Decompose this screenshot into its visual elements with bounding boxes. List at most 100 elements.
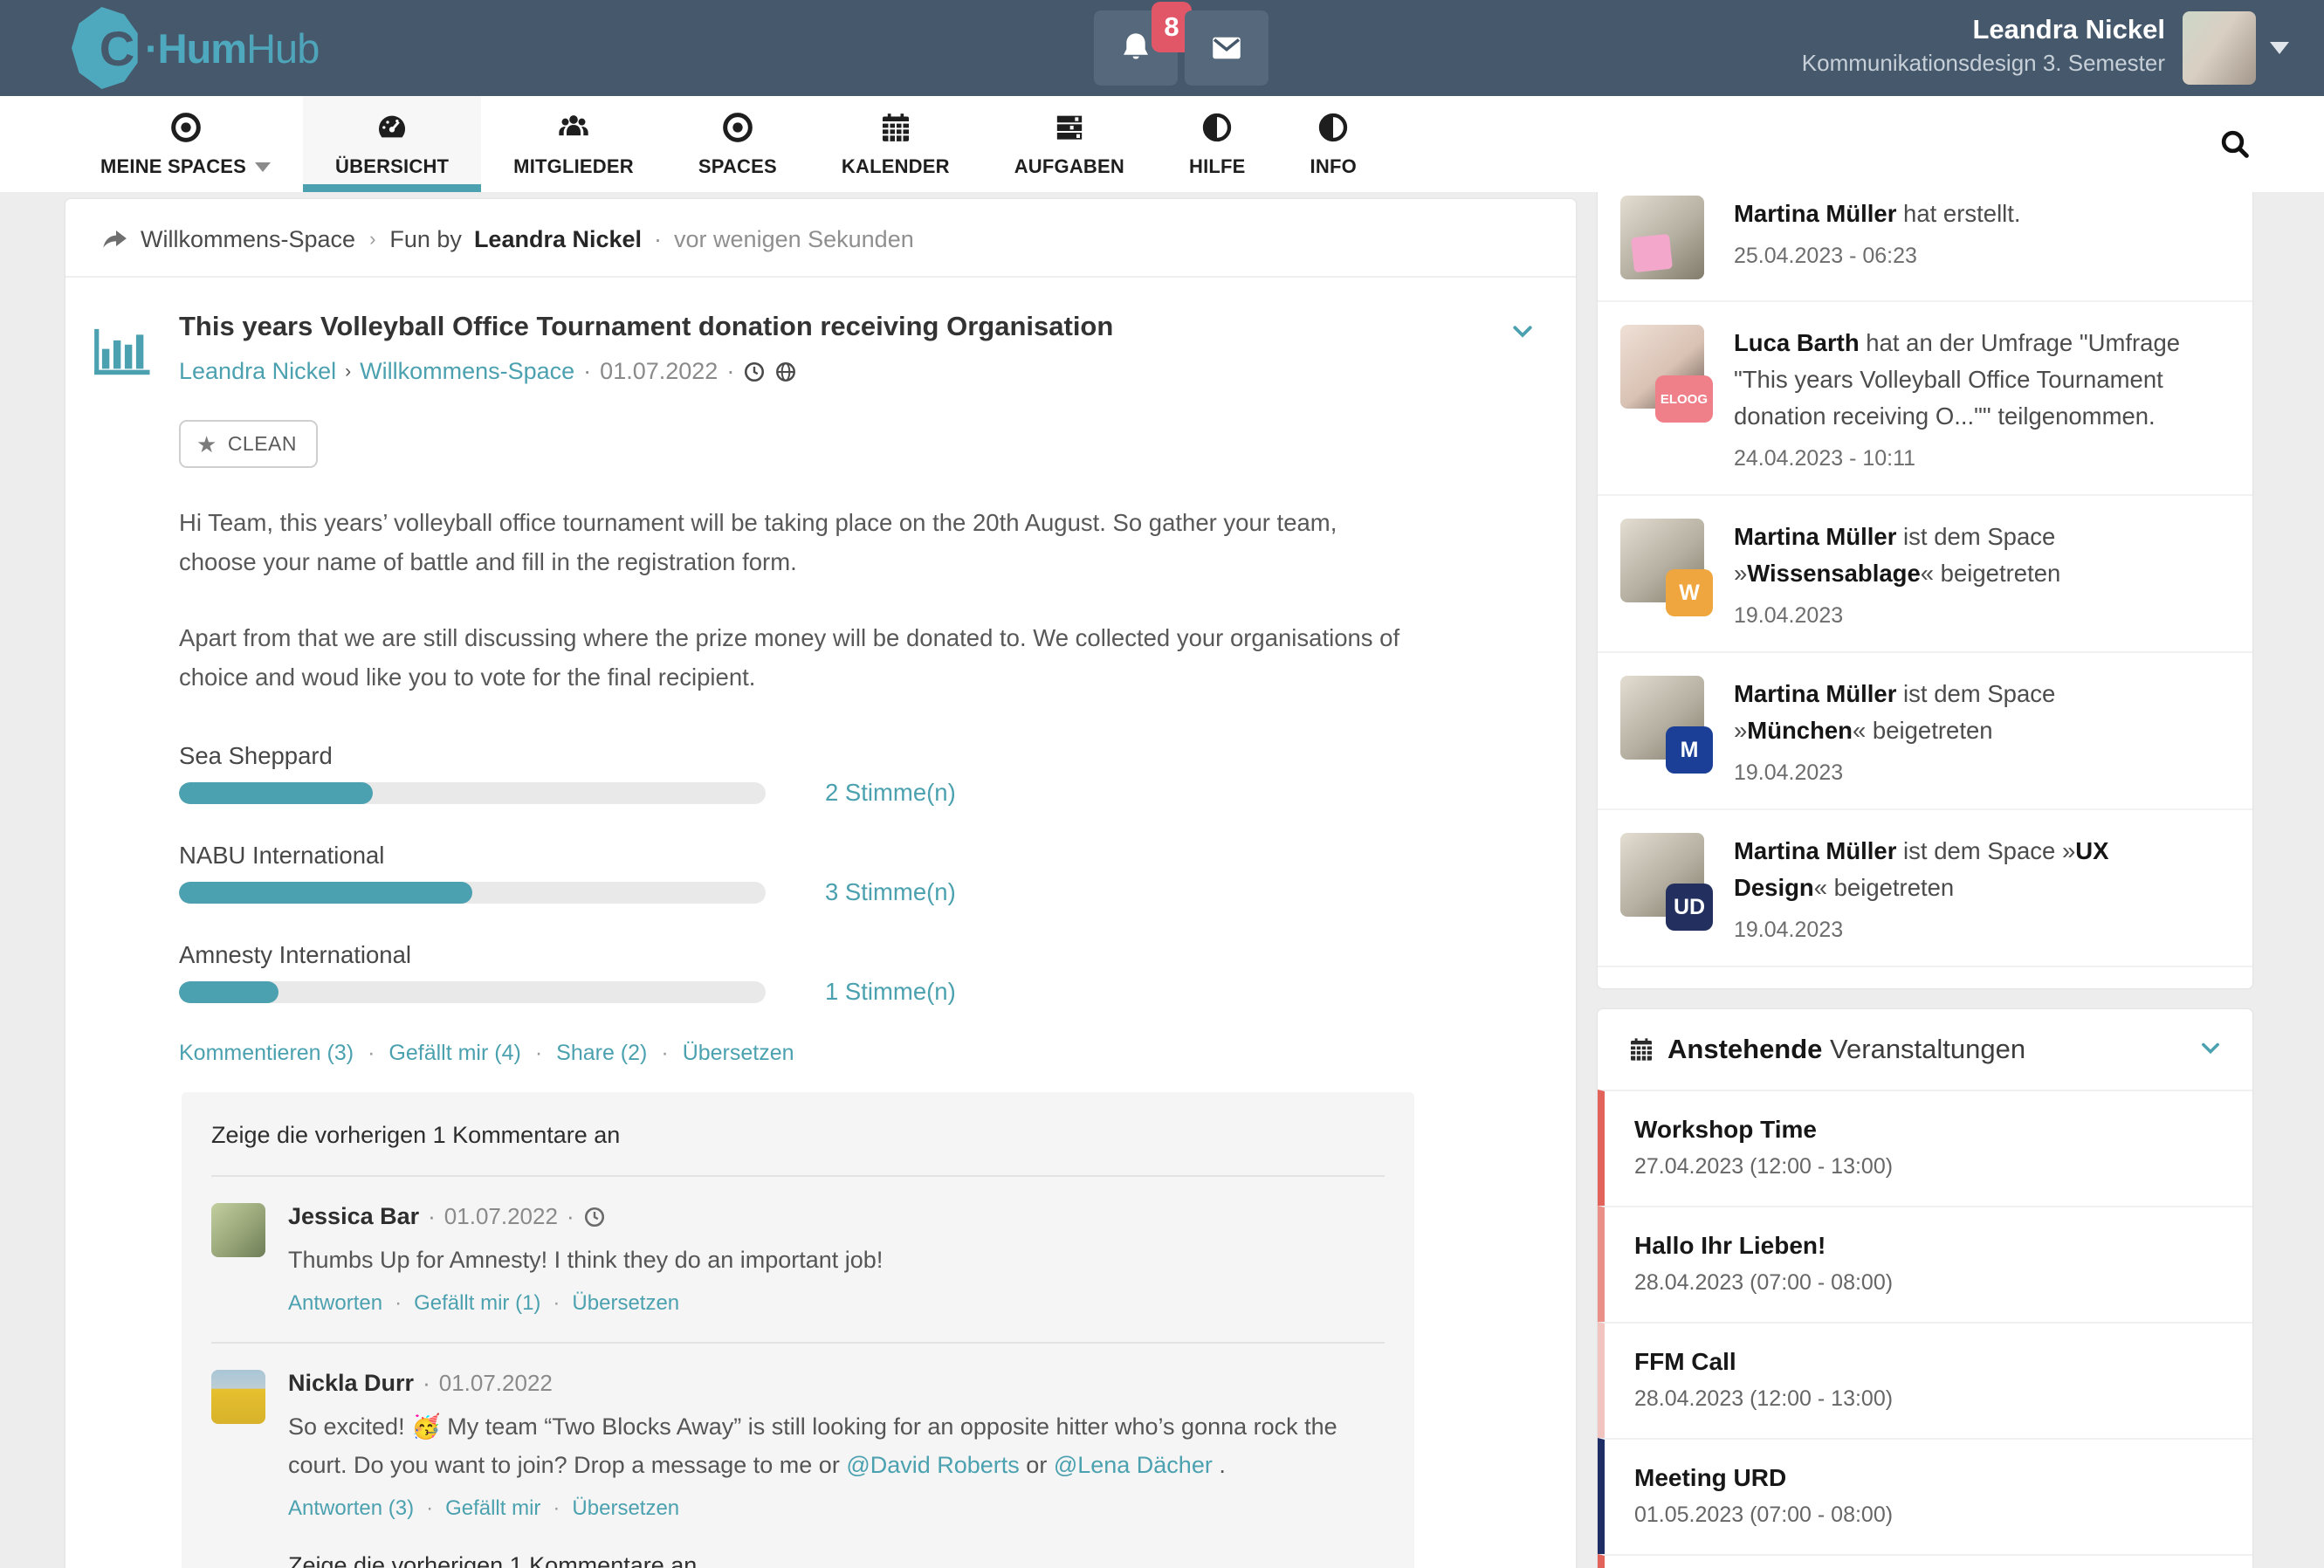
show-previous-replies-link[interactable]: Zeige die vorherigen 1 Kommentare an	[288, 1552, 1385, 1568]
clean-badge: ★ CLEAN	[179, 420, 318, 468]
messages-button[interactable]	[1185, 10, 1269, 86]
upcoming-events-panel: Anstehende Veranstaltungen Workshop Time…	[1598, 1009, 2252, 1568]
humhub-logo[interactable]: C ·HumHub	[72, 7, 319, 89]
comment-date: 01.07.2022	[444, 1203, 558, 1230]
meta-dot: ·	[726, 358, 734, 385]
translate-link[interactable]: Übersetzen	[572, 1291, 679, 1316]
nav-kalender[interactable]: KALENDER	[809, 96, 982, 192]
activity-user-link[interactable]: Martina Müller	[1734, 523, 1896, 550]
nav-meine-spaces[interactable]: MEINE SPACES	[68, 96, 303, 192]
comment: Nickla Durr · 01.07.2022 So excited! 🥳 M…	[211, 1344, 1385, 1521]
event-item[interactable]: Workshop Time	[1598, 1554, 2252, 1568]
mention-link[interactable]: @David Roberts	[846, 1452, 1019, 1478]
commenter-name-link[interactable]: Jessica Bar	[288, 1203, 419, 1230]
poll-bar-track	[179, 981, 766, 1003]
poll-votes-link[interactable]: 1 Stimme(n)	[825, 978, 956, 1006]
post-date: 01.07.2022	[600, 358, 718, 385]
activity-date: 24.04.2023 - 10:11	[1734, 444, 2193, 473]
humhub-logo-text: ·HumHub	[145, 24, 319, 72]
nav-aufgaben[interactable]: AUFGABEN	[982, 96, 1157, 192]
activity-user-link[interactable]: Luca Barth	[1734, 329, 1860, 356]
mention-link[interactable]: @Lena Dächer	[1054, 1452, 1213, 1478]
action-dot: ·	[368, 1041, 375, 1066]
commenter-name-link[interactable]: Nickla Durr	[288, 1370, 414, 1397]
nav-hilfe[interactable]: HILFE	[1157, 96, 1278, 192]
translate-link[interactable]: Übersetzen	[572, 1496, 679, 1521]
activity-user-link[interactable]: Martina Müller	[1734, 200, 1896, 227]
activity-date: 19.04.2023	[1734, 915, 2193, 945]
activity-avatar[interactable]: UD	[1620, 833, 1704, 917]
nav-info[interactable]: INFO	[1278, 96, 1389, 192]
space-badge: W	[1666, 569, 1713, 616]
event-item[interactable]: Workshop Time 27.04.2023 (12:00 - 13:00)	[1598, 1090, 2252, 1206]
activity-stream-panel: Martina Müller hat erstellt. 25.04.2023 …	[1598, 173, 2252, 988]
breadcrumb-dot: ·	[654, 226, 662, 253]
event-item[interactable]: Meeting URD 01.05.2023 (07:00 - 08:00)	[1598, 1438, 2252, 1554]
poll: Sea Sheppard 2 Stimme(n) NABU Internatio…	[179, 742, 1419, 1006]
user-avatar[interactable]	[2183, 11, 2256, 85]
chevron-down-icon	[2198, 1035, 2223, 1060]
comment-link[interactable]: Kommentieren (3)	[179, 1041, 354, 1066]
notifications-button[interactable]: 8	[1094, 10, 1178, 86]
activity-item[interactable]: W Martina Müller ist dem Space »Wissensa…	[1598, 494, 2252, 651]
poll-votes-link[interactable]: 2 Stimme(n)	[825, 779, 956, 807]
activity-user-link[interactable]: Martina Müller	[1734, 837, 1896, 864]
activity-item[interactable]: Martina Müller ist dem Space »Gestalt…	[1598, 966, 2252, 988]
activity-item[interactable]: ELOOG Luca Barth hat an der Umfrage "Umf…	[1598, 300, 2252, 494]
share-arrow-icon	[100, 225, 128, 253]
commenter-avatar[interactable]	[211, 1370, 265, 1424]
activity-avatar[interactable]: W	[1620, 519, 1704, 602]
user-menu-caret-icon[interactable]	[2270, 42, 2289, 54]
comment: Jessica Bar · 01.07.2022 · Thumbs Up for…	[211, 1177, 1385, 1316]
breadcrumb-space-link[interactable]: Willkommens-Space	[141, 226, 355, 253]
event-date: 27.04.2023 (12:00 - 13:00)	[1634, 1154, 2223, 1179]
post-paragraph: Hi Team, this years’ volleyball office t…	[179, 503, 1410, 581]
search-button[interactable]	[2217, 96, 2252, 192]
collapse-events-button[interactable]	[2198, 1035, 2223, 1064]
like-link[interactable]: Gefällt mir	[445, 1496, 540, 1521]
post-space-link[interactable]: Willkommens-Space	[360, 358, 574, 385]
event-item[interactable]: Hallo Ihr Lieben! 28.04.2023 (07:00 - 08…	[1598, 1206, 2252, 1322]
reply-link[interactable]: Antworten	[288, 1291, 382, 1316]
adjust-icon	[1316, 110, 1351, 145]
calendar-icon	[878, 110, 913, 145]
action-dot: ·	[553, 1496, 560, 1521]
collapse-post-button[interactable]	[1501, 309, 1541, 385]
post-title: This years Volleyball Office Tournament …	[179, 309, 1501, 344]
breadcrumb-time: vor wenigen Sekunden	[674, 226, 914, 253]
share-link[interactable]: Share (2)	[556, 1041, 647, 1066]
caret-down-icon	[255, 162, 271, 172]
poll-option-label: NABU International	[179, 842, 1419, 870]
event-item[interactable]: FFM Call 28.04.2023 (12:00 - 13:00)	[1598, 1322, 2252, 1438]
activity-avatar[interactable]: ELOOG	[1620, 325, 1704, 409]
activity-item[interactable]: UD Martina Müller ist dem Space »UX Desi…	[1598, 808, 2252, 966]
poll-option-label: Amnesty International	[179, 941, 1419, 969]
comment-dot: ·	[428, 1203, 436, 1230]
page: C ·HumHub 8 Leandra Nickel Kommunikation…	[0, 0, 2324, 1568]
breadcrumb-author-link[interactable]: Leandra Nickel	[474, 226, 642, 253]
like-link[interactable]: Gefällt mir (1)	[414, 1291, 540, 1316]
activity-avatar[interactable]: M	[1620, 676, 1704, 760]
poll-bar-track	[179, 782, 766, 804]
action-dot: ·	[661, 1041, 668, 1066]
translate-link[interactable]: Übersetzen	[683, 1041, 794, 1066]
activity-user-link[interactable]: Martina Müller	[1734, 680, 1896, 707]
post-author-link[interactable]: Leandra Nickel	[179, 358, 336, 385]
nav-spaces[interactable]: SPACES	[666, 96, 809, 192]
activity-avatar[interactable]	[1620, 196, 1704, 279]
poll-chart-icon	[87, 313, 155, 382]
activity-date: 19.04.2023	[1734, 758, 2193, 787]
star-icon: ★	[196, 436, 217, 453]
poll-bar-track	[179, 882, 766, 904]
event-date: 28.04.2023 (12:00 - 13:00)	[1634, 1386, 2223, 1412]
user-menu[interactable]: Leandra Nickel Kommunikationsdesign 3. S…	[1802, 12, 2165, 79]
like-link[interactable]: Gefällt mir (4)	[388, 1041, 520, 1066]
reply-link[interactable]: Antworten (3)	[288, 1496, 414, 1521]
poll-votes-link[interactable]: 3 Stimme(n)	[825, 878, 956, 906]
show-previous-comments-link[interactable]: Zeige die vorherigen 1 Kommentare an	[211, 1122, 1385, 1149]
event-date: 01.05.2023 (07:00 - 08:00)	[1634, 1503, 2223, 1528]
commenter-avatar[interactable]	[211, 1203, 265, 1257]
activity-item[interactable]: M Martina Müller ist dem Space »München«…	[1598, 651, 2252, 808]
nav-uebersicht[interactable]: ÜBERSICHT	[303, 96, 481, 192]
nav-mitglieder[interactable]: MITGLIEDER	[481, 96, 666, 192]
